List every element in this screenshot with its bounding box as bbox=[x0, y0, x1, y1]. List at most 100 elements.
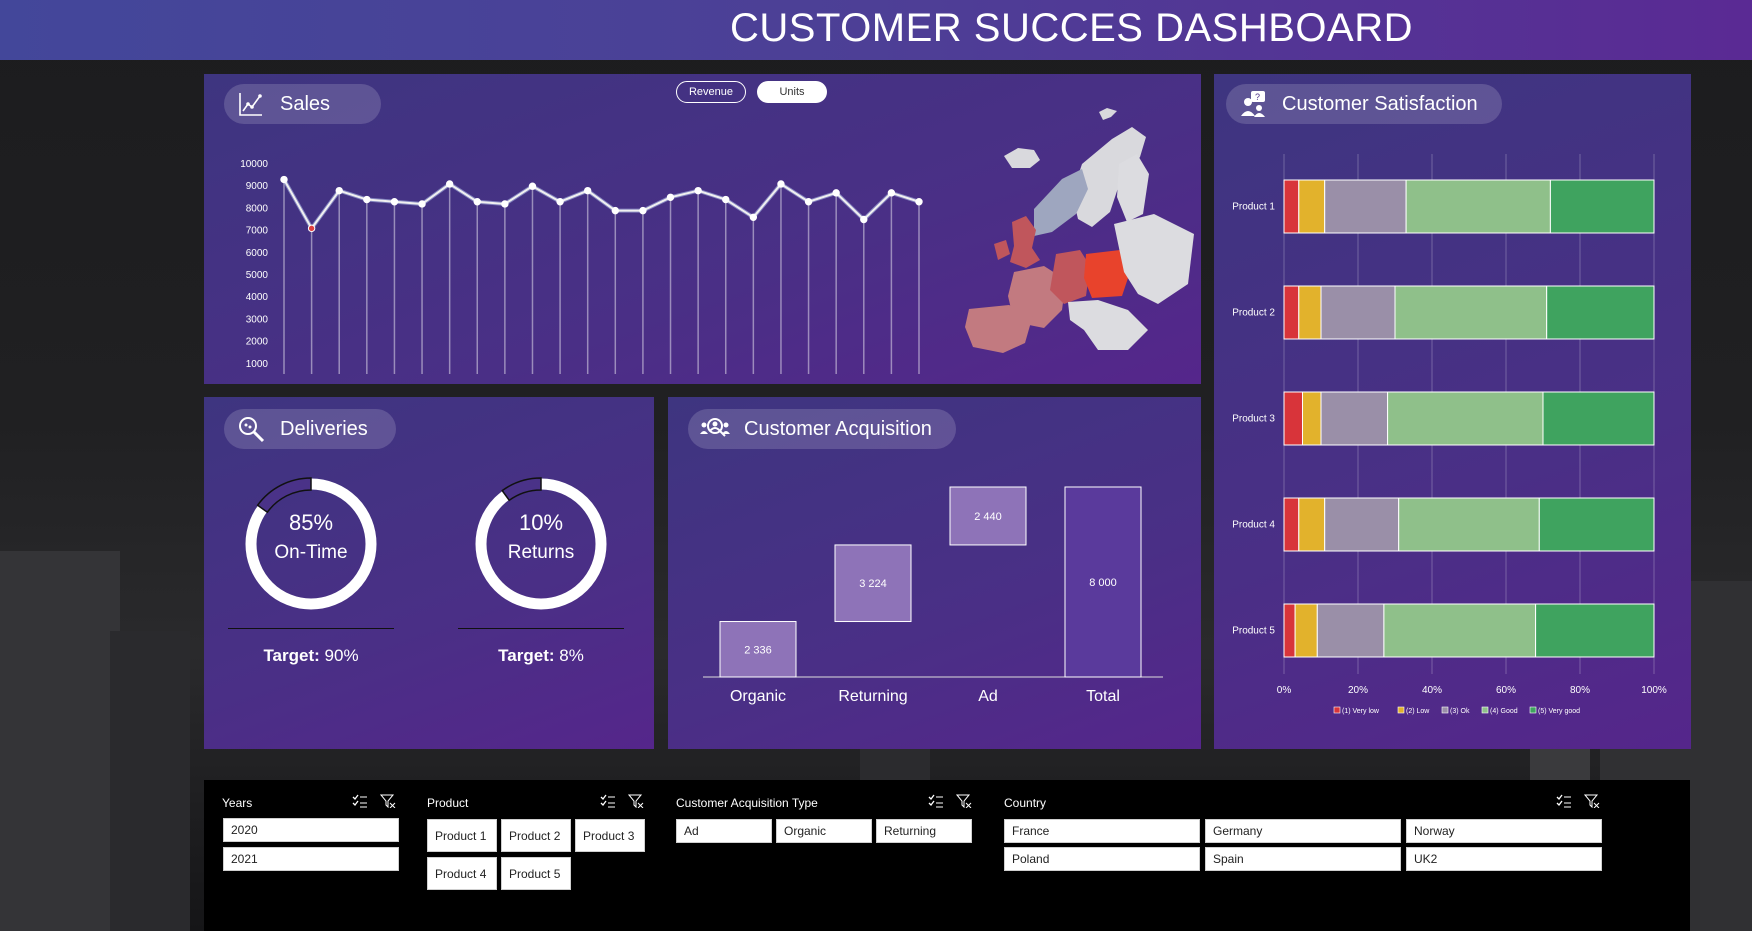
data-point bbox=[694, 186, 702, 195]
data-point bbox=[473, 198, 481, 206]
data-point bbox=[390, 198, 399, 206]
stacked-segment bbox=[1546, 285, 1655, 340]
clear-filter-icon[interactable] bbox=[379, 794, 396, 809]
data-point bbox=[280, 175, 288, 184]
slicer-item-product-4[interactable]: Product 4 bbox=[427, 857, 497, 890]
country-slicer-icons bbox=[1556, 794, 1600, 809]
waterfall-value-label: 2 336 bbox=[744, 644, 772, 656]
slicer-item-product-5[interactable]: Product 5 bbox=[501, 857, 571, 890]
data-point bbox=[528, 182, 537, 190]
map-small-island bbox=[1099, 108, 1117, 120]
waterfall-category-label: Ad bbox=[978, 688, 998, 705]
map-norway bbox=[1034, 169, 1088, 236]
returns-target: Target: 8% bbox=[458, 646, 624, 666]
x-tick-label: 80% bbox=[1570, 685, 1590, 696]
stacked-segment bbox=[1283, 179, 1300, 234]
acquisition-panel: Customer Acquisition 2 336 Organic 3 224 Re… bbox=[668, 397, 1201, 749]
legend-label: (1) Very low bbox=[1342, 708, 1380, 715]
on-time-name: On-Time bbox=[274, 542, 348, 563]
slicer-item-returning[interactable]: Returning bbox=[876, 819, 972, 843]
map-germany bbox=[1050, 250, 1090, 304]
stacked-segment bbox=[1405, 179, 1551, 234]
donut-gap-segment bbox=[256, 477, 312, 514]
x-tick-label: 40% bbox=[1422, 685, 1442, 696]
product-slicer-title: Product bbox=[427, 796, 469, 810]
sales-title-text: Sales bbox=[280, 92, 331, 115]
series-shadow bbox=[282, 178, 920, 233]
stacked-segment bbox=[1316, 603, 1385, 658]
y-tick-label: 9000 bbox=[246, 181, 269, 192]
slicer-item-2021[interactable]: 2021 bbox=[223, 847, 399, 871]
satisfaction-title-text: Customer Satisfaction bbox=[1282, 92, 1478, 115]
data-point bbox=[777, 180, 785, 188]
sales-line-chart: 10000 9000 8000 7000 6000 5000 4000 3000 2000 100… bbox=[240, 159, 923, 374]
feedback-icon: ? bbox=[1238, 89, 1268, 119]
deliveries-panel-title: Deliveries bbox=[224, 409, 396, 449]
clear-filter-icon[interactable] bbox=[627, 794, 644, 809]
multi-select-icon[interactable] bbox=[1556, 794, 1572, 808]
legend-label: (3) Ok bbox=[1450, 708, 1470, 715]
slicer-item-organic[interactable]: Organic bbox=[776, 819, 872, 843]
slicer-item-uk2[interactable]: UK2 bbox=[1406, 847, 1602, 871]
series-line bbox=[283, 179, 920, 231]
data-point bbox=[915, 198, 923, 206]
people-search-icon bbox=[700, 414, 730, 444]
slicer-item-2020[interactable]: 2020 bbox=[223, 818, 399, 842]
clear-filter-icon[interactable] bbox=[1583, 794, 1600, 809]
stacked-segment bbox=[1549, 179, 1655, 234]
category-label: Product 5 bbox=[1232, 626, 1275, 637]
slicer-item-poland[interactable]: Poland bbox=[1004, 847, 1200, 871]
data-point bbox=[722, 195, 730, 204]
data-point bbox=[611, 206, 620, 215]
slicer-item-spain[interactable]: Spain bbox=[1205, 847, 1401, 871]
waterfall-category-label: Returning bbox=[838, 688, 907, 705]
multi-select-icon[interactable] bbox=[600, 794, 616, 808]
on-time-target: Target: 90% bbox=[228, 646, 394, 666]
stacked-segment bbox=[1298, 285, 1322, 340]
category-label: Product 4 bbox=[1232, 520, 1275, 531]
legend-swatch bbox=[1333, 706, 1341, 714]
slicer-item-ad[interactable]: Ad bbox=[676, 819, 772, 843]
on-time-target-value: 90% bbox=[324, 646, 359, 665]
waterfall-value-label: 8 000 bbox=[1089, 577, 1117, 589]
y-tick-label: 4000 bbox=[246, 292, 269, 303]
revenue-toggle[interactable]: Revenue bbox=[676, 81, 746, 103]
slicer-item-product-1[interactable]: Product 1 bbox=[427, 819, 497, 852]
legend-swatch bbox=[1397, 706, 1405, 714]
map-ireland bbox=[994, 240, 1010, 260]
y-tick-label: 7000 bbox=[246, 226, 269, 237]
data-point bbox=[749, 213, 758, 221]
clear-filter-icon[interactable] bbox=[955, 794, 972, 809]
country-slicer-title: Country bbox=[1004, 796, 1047, 810]
data-point bbox=[887, 189, 896, 197]
returns-name: Returns bbox=[507, 542, 575, 563]
x-tick-label: 0% bbox=[1277, 685, 1292, 696]
legend-swatch bbox=[1529, 706, 1537, 714]
slicer-item-product-3[interactable]: Product 3 bbox=[575, 819, 645, 852]
header-bar: CUSTOMER SUCCES DASHBOARD bbox=[0, 0, 1752, 60]
map-finland bbox=[1117, 154, 1149, 222]
data-point bbox=[556, 198, 564, 206]
deliveries-title-text: Deliveries bbox=[280, 417, 368, 440]
legend-swatch bbox=[1441, 706, 1449, 714]
slicer-item-france[interactable]: France bbox=[1004, 819, 1200, 843]
chart-line-icon bbox=[236, 89, 266, 119]
slicer-item-norway[interactable]: Norway bbox=[1406, 819, 1602, 843]
waterfall-value-label: 2 440 bbox=[974, 511, 1002, 523]
data-point bbox=[418, 200, 426, 208]
stacked-segment bbox=[1324, 179, 1407, 234]
acq-type-slicer-title: Customer Acquisition Type bbox=[676, 796, 818, 810]
units-toggle[interactable]: Units bbox=[757, 81, 827, 103]
slicer-item-product-2[interactable]: Product 2 bbox=[501, 819, 571, 852]
slicer-item-germany[interactable]: Germany bbox=[1205, 819, 1401, 843]
acquisition-title-text: Customer Acquisition bbox=[744, 417, 932, 440]
map-eastern-europe bbox=[1114, 214, 1194, 304]
y-tick-label: 1000 bbox=[246, 359, 269, 370]
stacked-segment bbox=[1283, 285, 1300, 340]
stacked-segment bbox=[1283, 391, 1303, 446]
data-point bbox=[307, 224, 316, 233]
returns-label: 10% Returns bbox=[471, 510, 611, 564]
multi-select-icon[interactable] bbox=[928, 794, 944, 808]
multi-select-icon[interactable] bbox=[352, 794, 368, 808]
y-tick-label: 5000 bbox=[246, 270, 269, 281]
